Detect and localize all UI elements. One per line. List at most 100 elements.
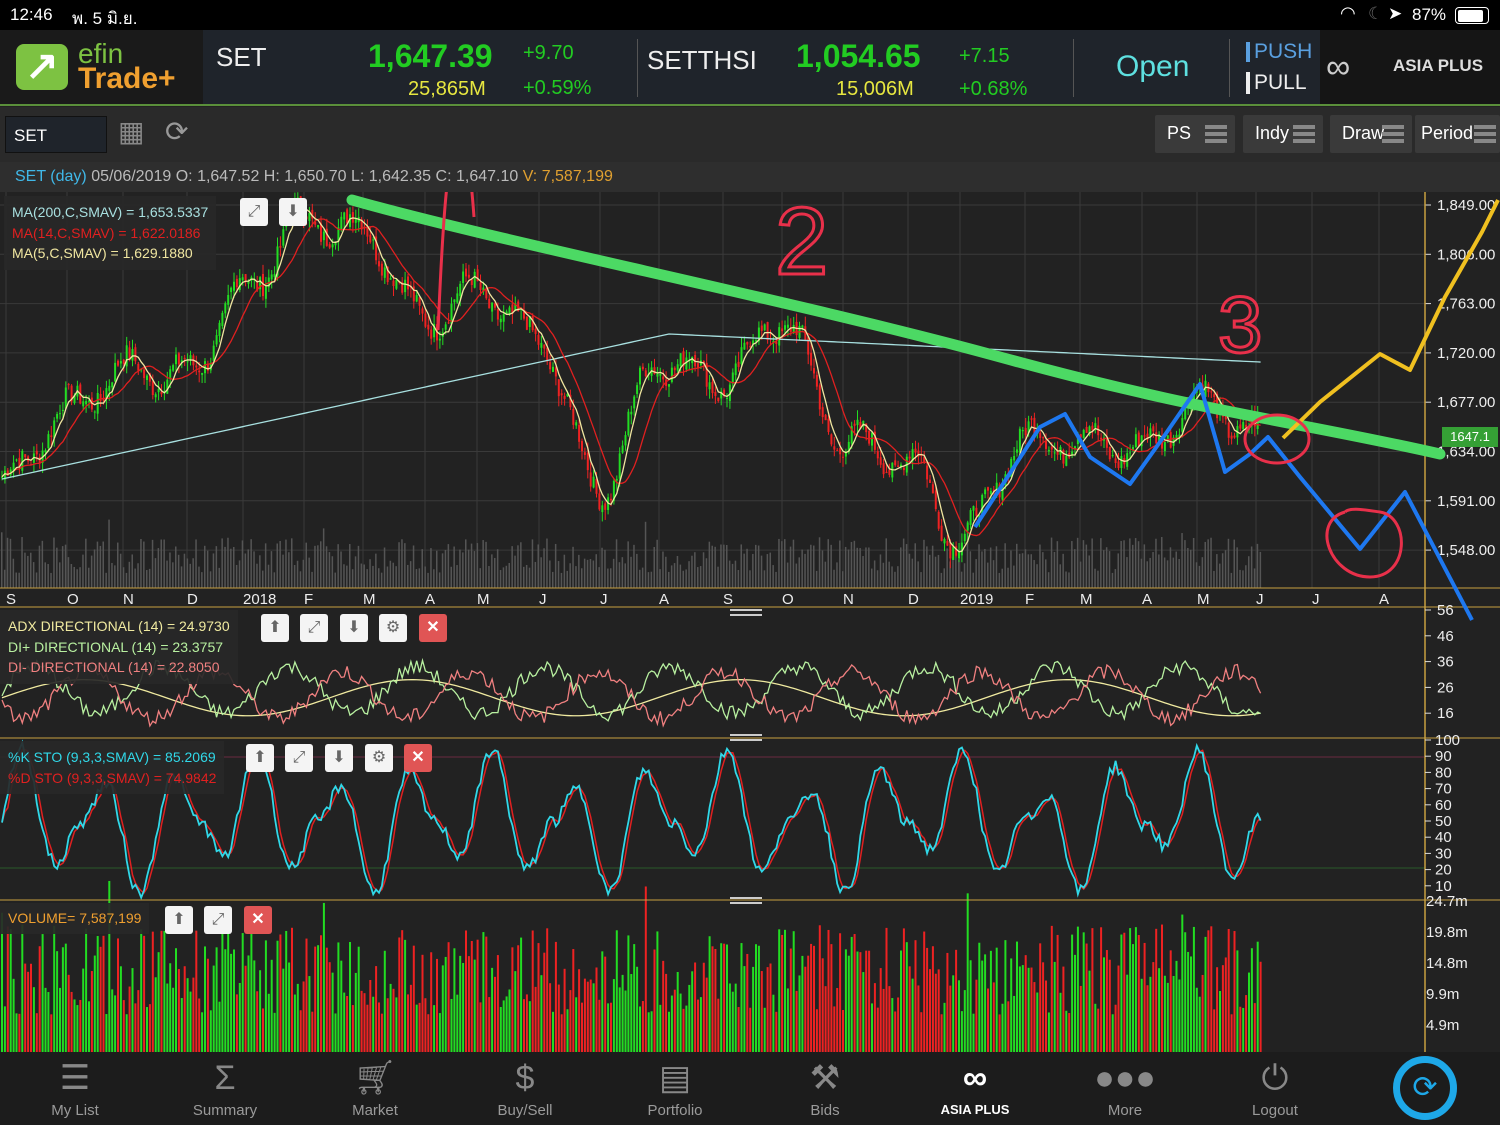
volume-bar: [430, 952, 433, 1052]
pull-button[interactable]: PULL: [1246, 72, 1307, 94]
volume-bar: [1134, 927, 1137, 1052]
close-value: 1,647.10: [455, 168, 519, 185]
volume-overlay-bar: [523, 566, 525, 588]
volume-bar: [1190, 956, 1192, 1052]
volume-overlay-bar: [601, 547, 603, 588]
time-tick-label: 2019: [960, 591, 993, 608]
volume-bar: [41, 934, 44, 1052]
volume-bar: [56, 951, 59, 1052]
ma-legend: MA(200,C,SMAV) = 1,653.5337 MA(14,C,SMAV…: [4, 196, 217, 270]
volume-bar: [18, 1013, 21, 1052]
nav-my-list[interactable]: ☰ My List: [0, 1052, 150, 1125]
calendar-icon[interactable]: ▦: [118, 115, 144, 148]
nav-buy-sell[interactable]: $ Buy/Sell: [450, 1052, 600, 1125]
time-tick-label: O: [67, 591, 79, 608]
divider: [1073, 39, 1074, 97]
move-down-button[interactable]: ⬇: [340, 614, 368, 642]
volume-overlay-bar: [859, 548, 861, 588]
volume-overlay-bar: [212, 553, 215, 588]
candle-body: [1045, 441, 1047, 449]
expand-button[interactable]: ⤢: [300, 614, 328, 642]
nav-more[interactable]: ●●● More: [1050, 1052, 1200, 1125]
volume-bar: [1216, 967, 1219, 1052]
volume-bar: [30, 963, 32, 1052]
volume-overlay-bar: [1161, 537, 1163, 588]
volume-overlay-bar: [989, 547, 992, 588]
sigma-icon: Σ: [214, 1059, 236, 1097]
candle-body: [572, 408, 575, 425]
volume-bar: [1117, 965, 1120, 1052]
volume-overlay-bar: [586, 559, 589, 588]
nav-label: More: [1107, 1102, 1143, 1119]
refresh-fab-icon[interactable]: ⟳: [1393, 1056, 1457, 1120]
expand-button[interactable]: ⤢: [204, 906, 232, 934]
volume-bar: [247, 955, 250, 1052]
volume-overlay-bar: [146, 570, 148, 588]
settings-gear-icon[interactable]: ⚙: [379, 614, 407, 642]
move-up-button[interactable]: ⬆: [165, 906, 193, 934]
ps-button[interactable]: PS: [1155, 115, 1235, 153]
indy-button[interactable]: Indy: [1243, 115, 1323, 153]
nav-asia-plus[interactable]: ∞ ASIA PLUS: [900, 1052, 1050, 1125]
symbol-input[interactable]: SET: [5, 116, 107, 153]
push-button[interactable]: PUSH: [1246, 41, 1312, 62]
close-indicator-button[interactable]: ✕: [244, 906, 272, 934]
volume-overlay-bar: [96, 541, 99, 588]
asia-plus-text: ASIA PLUS: [1393, 56, 1484, 75]
volume-bar: [1233, 931, 1236, 1052]
volume-bar: [1004, 940, 1007, 1052]
volume-bar: [862, 972, 865, 1052]
nav-summary[interactable]: Σ Summary: [150, 1052, 300, 1125]
blue-projection-line[interactable]: [973, 382, 1474, 621]
volume-overlay-bar: [302, 559, 305, 588]
volume-overlay-bar: [1140, 558, 1143, 588]
period-button[interactable]: Period: [1415, 115, 1500, 153]
expand-button[interactable]: ⤢: [240, 198, 268, 226]
volume-overlay-bar: [607, 568, 609, 588]
candle-body: [1013, 456, 1016, 461]
expand-button[interactable]: ⤢: [285, 744, 313, 772]
volume-bar: [882, 988, 885, 1052]
volume-overlay-bar: [1181, 533, 1183, 588]
close-indicator-button[interactable]: ✕: [419, 614, 447, 642]
move-up-button[interactable]: ⬆: [261, 614, 289, 642]
candle-body: [737, 361, 740, 367]
volume-overlay-bar: [914, 543, 916, 588]
nav-bids[interactable]: ⚒ Bids: [750, 1052, 900, 1125]
candle-body: [166, 379, 169, 394]
move-down-button[interactable]: ⬇: [325, 744, 353, 772]
volume-bar: [224, 949, 227, 1052]
arrow-logo-icon: ↗: [16, 44, 68, 90]
nav-logout[interactable]: ⏻ Logout: [1200, 1052, 1350, 1125]
volume-overlay-bar: [810, 544, 812, 588]
volume-bar: [421, 954, 424, 1052]
close-indicator-button[interactable]: ✕: [404, 744, 432, 772]
volume-bar: [99, 946, 102, 1052]
settings-gear-icon[interactable]: ⚙: [365, 744, 393, 772]
volume-bar: [1123, 932, 1126, 1052]
volume-overlay-bar: [633, 544, 635, 588]
move-down-button[interactable]: ⬇: [279, 198, 307, 226]
draw-button[interactable]: Draw: [1330, 115, 1412, 153]
nav-market[interactable]: 🛒︎ Market: [300, 1052, 450, 1125]
volume-bar: [752, 966, 755, 1052]
battery-icon: [1455, 7, 1489, 24]
volume-bar: [288, 962, 291, 1052]
volume-bar: [343, 992, 346, 1052]
volume-overlay-bar: [285, 539, 287, 588]
volume-overlay-bar: [9, 538, 12, 588]
volume-overlay-bar: [259, 555, 261, 588]
high-label: H:: [263, 168, 280, 185]
candle-body: [697, 363, 699, 368]
volume-bar: [958, 980, 960, 1052]
volume-bar: [972, 1013, 975, 1052]
volume-overlay-bar: [873, 560, 876, 588]
volume-overlay-bar: [531, 539, 534, 588]
time-tick-label: J: [1256, 591, 1264, 608]
volume-overlay-bar: [235, 564, 238, 588]
refresh-icon[interactable]: ⟳: [165, 115, 188, 148]
nav-portfolio[interactable]: ▤ Portfolio: [600, 1052, 750, 1125]
move-up-button[interactable]: ⬆: [246, 744, 274, 772]
volume-bar: [914, 940, 917, 1052]
volume-overlay-bar: [798, 557, 800, 588]
